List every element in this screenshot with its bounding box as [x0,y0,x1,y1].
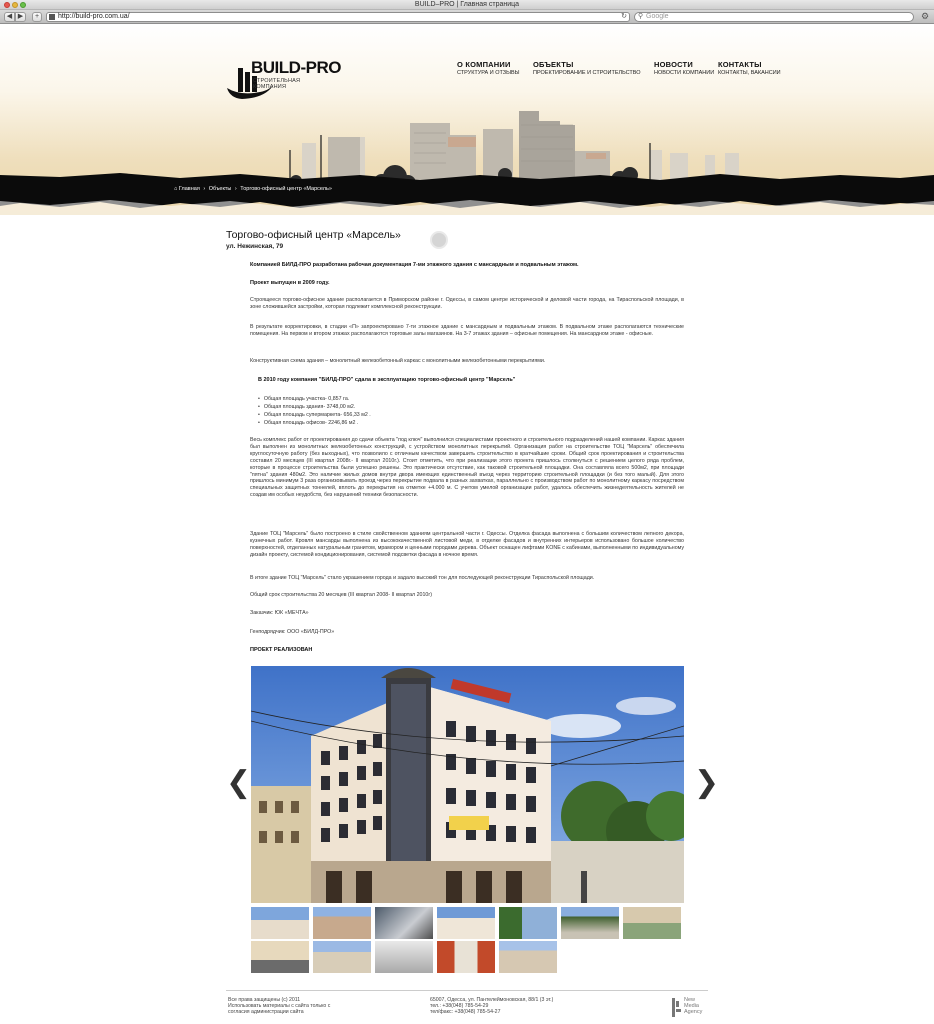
gallery-thumbnail[interactable] [561,907,619,939]
breadcrumb-separator: › [234,186,237,192]
url-input[interactable]: http://build-pro.com.ua/ ↻ [46,12,630,22]
handover-bold: В 2010 году компания "БИЛД-ПРО" сдала в … [258,377,516,383]
url-text: http://build-pro.com.ua/ [58,13,130,20]
list-item: Общая площадь офисов- 2246,86 м2 . [258,419,371,427]
menu-item-objects[interactable]: ОБЪЕКТЫ ПРОЕКТИРОВАНИЕ И СТРОИТЕЛЬСТВО [533,60,641,76]
area-list: Общая площадь участка- 0,857 га. Общая п… [258,395,371,427]
gallery-thumbnail[interactable] [375,907,433,939]
agency-line: Agency [684,1009,703,1015]
menu-subtitle: КОНТАКТЫ, ВАКАНСИИ [718,70,781,76]
gallery-thumbnail[interactable] [251,941,309,973]
list-item: Общая площадь участка- 0,857 га. [258,395,371,403]
gallery-thumbnail[interactable] [313,941,371,973]
menu-subtitle: НОВОСТИ КОМПАНИИ [654,70,715,76]
footer-divider [226,990,708,991]
gallery-main-photo[interactable] [251,666,684,903]
article-header: Торгово-офисный центр «Марсель» ул. Нежи… [226,229,708,250]
footer-copyright: Все права защищены (c) 2011 Использовать… [228,997,348,1015]
search-input[interactable]: ⚲ Google [634,12,914,22]
forward-button[interactable]: ▶ [15,12,26,22]
add-bookmark-button[interactable]: + [32,12,42,22]
gallery-thumbnail[interactable] [437,907,495,939]
browser-toolbar: ◀ ▶ + http://build-pro.com.ua/ ↻ ⚲ Googl… [0,10,934,24]
menu-item-contacts[interactable]: КОНТАКТЫ КОНТАКТЫ, ВАКАНСИИ [718,60,781,76]
breadcrumb-objects[interactable]: Объекты [209,186,232,192]
agency-name: New Media Agency [684,997,702,1015]
menu-subtitle: ПРОЕКТИРОВАНИЕ И СТРОИТЕЛЬСТВО [533,70,641,76]
site-header: BUILD-PRO СТРОИТЕЛЬНАЯ КОМПАНИЯ О КОМПАН… [0,25,934,215]
building-photo-illustration [251,666,684,903]
menu-title: НОВОСТИ [654,60,693,69]
paragraph-5: Здание ТОЦ "Марсель" было построено в ст… [250,531,684,558]
paragraph-6: В итоге здание ТОЦ "Марсель" стало украш… [250,575,595,581]
footer-line: тел/факс: +38(048) 785-54-27 [430,1009,501,1015]
breadcrumb-home[interactable]: Главная [179,186,200,192]
breadcrumb-separator: › [203,186,206,192]
search-icon: ⚲ [638,13,644,20]
footer-contacts: 65007, Одесса, ул. Пантелеймоновская, 88… [430,997,590,1015]
city-skyline-illustration [0,111,934,215]
page-address: ул. Нежинская, 79 [226,243,284,250]
favicon-icon [49,14,55,20]
intro-bold: Компанией БИЛД-ПРО разработана рабочая д… [250,262,579,268]
menu-title: ОБЪЕКТЫ [533,60,574,69]
gallery-thumbnail[interactable] [623,907,681,939]
logo-subtitle: СТРОИТЕЛЬНАЯ КОМПАНИЯ [253,78,301,90]
breadcrumb: ⌂ Главная › Объекты › Торгово-офисный це… [174,186,332,192]
reload-icon[interactable]: ↻ [621,13,627,21]
paragraph-3: Конструктивная схема здания – монолитный… [250,358,546,364]
footer-line: согласия администрации сайта [228,1009,304,1015]
agency-logo-icon [672,998,681,1017]
paragraph-4: Весь комплекс работ от проектирования до… [250,437,684,499]
home-icon: ⌂ [174,186,178,192]
gallery-thumbnail[interactable] [251,907,309,939]
breadcrumb-current: Торгово-офисный центр «Марсель» [240,186,332,192]
paragraph-1: Строящееся торгово-офисное здание распол… [250,297,684,310]
customer: Заказчик: ЮК «МЕЧТА» [250,610,309,616]
agency-logo[interactable]: New Media Agency [672,997,712,1019]
gallery-thumbnail[interactable] [313,907,371,939]
construction-term: Общий срок строительства 20 месяцев (III… [250,592,433,598]
contractor: Генподрядчик: ООО «БИЛД-ПРО» [250,629,335,635]
menu-title: КОНТАКТЫ [718,60,762,69]
page-title: Торгово-офисный центр «Марсель» [226,229,401,241]
list-item: Общая площадь супермаркета- 656,33 м2 . [258,411,371,419]
menu-subtitle: СТРУКТУРА И ОТЗЫВЫ [457,70,520,76]
logo-title: BUILD-PRO [251,58,341,77]
site-logo[interactable]: BUILD-PRO СТРОИТЕЛЬНАЯ КОМПАНИЯ [226,58,341,103]
menu-item-about[interactable]: О КОМПАНИИ СТРУКТУРА И ОТЗЫВЫ [457,60,520,76]
map-location-icon[interactable] [430,231,448,249]
gallery-thumbnail[interactable] [437,941,495,973]
search-placeholder: Google [646,13,669,20]
gallery-thumbnail[interactable] [499,941,557,973]
menu-item-news[interactable]: НОВОСТИ НОВОСТИ КОМПАНИИ [654,60,714,76]
gallery-next-button[interactable]: ❯ [694,768,719,798]
paragraph-2: В результате корректировки, в стадии «П»… [250,324,684,337]
window-title: BUILD–PRO | Главная страница [414,1,520,8]
realized-label: ПРОЕКТ РЕАЛИЗОВАН [250,647,313,653]
settings-gear-icon[interactable]: ⚙ [921,11,929,22]
back-button[interactable]: ◀ [4,12,15,22]
gallery-thumbnail[interactable] [499,907,557,939]
list-item: Общая площадь здания- 3748,00 м2. [258,403,371,411]
window-titlebar: BUILD–PRO | Главная страница [0,0,934,10]
released-bold: Проект выпущен в 2009 году. [250,280,330,286]
gallery-prev-button[interactable]: ❮ [226,768,251,798]
gallery-thumbnail[interactable] [375,941,433,973]
menu-title: О КОМПАНИИ [457,60,511,69]
